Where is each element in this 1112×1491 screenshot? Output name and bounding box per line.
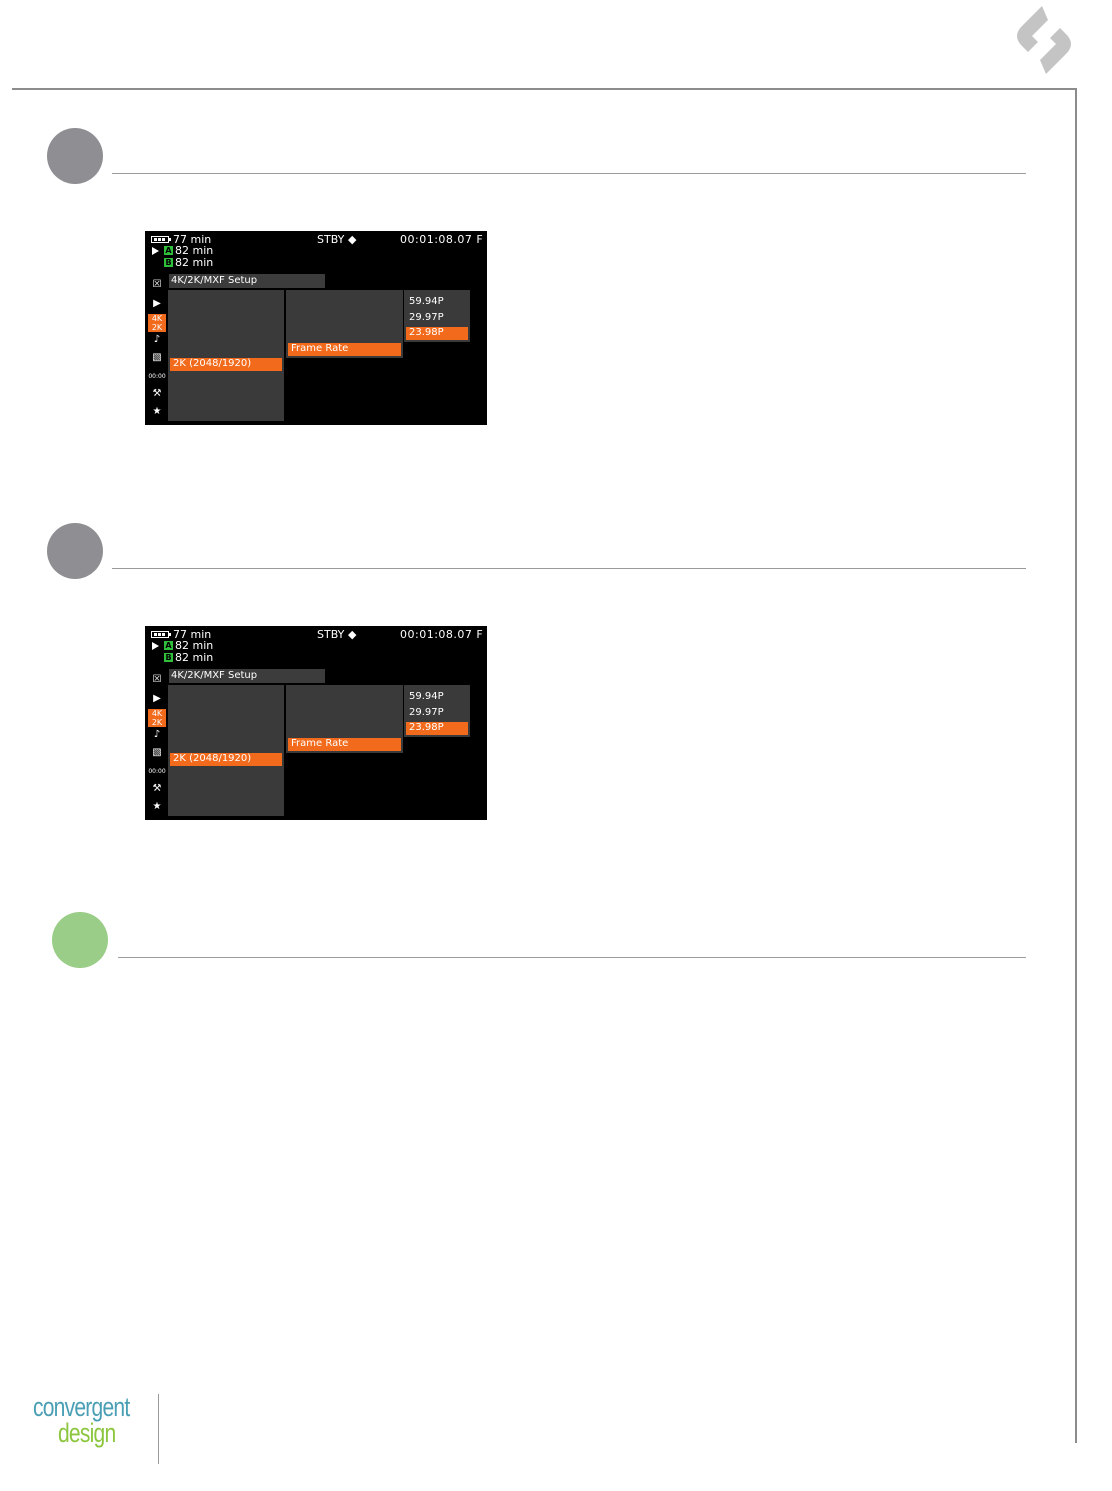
step-2-rule bbox=[112, 568, 1026, 569]
frame-rate-option: 59.94P bbox=[409, 296, 444, 307]
slot-b-time: 82 min bbox=[175, 256, 214, 269]
4k-2k-icon: 4K 2K bbox=[148, 314, 166, 332]
convergent-design-logo: convergent design bbox=[30, 1392, 160, 1462]
step-2-circle bbox=[47, 523, 103, 579]
frame-rate-option-selected: 23.98P bbox=[406, 327, 468, 340]
resolution-selected: 2K (2048/1920) bbox=[170, 358, 282, 371]
brand-mark-icon bbox=[1017, 6, 1071, 74]
timecode-icon: 00:00 bbox=[148, 373, 166, 380]
timecode: 00:01:08.07 F bbox=[400, 628, 484, 641]
audio-icon: ♪ bbox=[153, 334, 161, 345]
logo-word-design: design bbox=[58, 1418, 116, 1448]
display-icon: ▧ bbox=[152, 747, 162, 758]
header-rule bbox=[12, 88, 1076, 90]
step-1-rule bbox=[112, 173, 1026, 174]
frame-rate-option: 29.97P bbox=[409, 312, 444, 323]
wrench-icon: ⚒ bbox=[152, 783, 162, 794]
camera-lcd-screen: 77 min A 82 min B 82 min STBY ◆ 00:01:08.07 F 4K… bbox=[145, 231, 487, 425]
step-1-circle bbox=[47, 128, 103, 184]
timecode: 00:01:08.07 F bbox=[400, 233, 484, 246]
frame-rate-option-selected: 23.98P bbox=[406, 722, 468, 735]
step-3-circle bbox=[52, 912, 108, 968]
status-arrow-icon: ◆ bbox=[348, 233, 357, 246]
wrench-icon: ⚒ bbox=[152, 388, 162, 399]
close-icon: ☒ bbox=[152, 674, 162, 685]
play-icon bbox=[152, 247, 159, 255]
status-text: STBY bbox=[317, 628, 345, 641]
step-3-rule bbox=[118, 957, 1026, 958]
star-icon: ★ bbox=[152, 406, 162, 417]
frame-rate-option: 29.97P bbox=[409, 707, 444, 718]
resolution-selected: 2K (2048/1920) bbox=[170, 753, 282, 766]
status-text: STBY bbox=[317, 233, 345, 246]
star-icon: ★ bbox=[152, 801, 162, 812]
battery-icon bbox=[151, 631, 171, 638]
4k-2k-icon: 4K 2K bbox=[148, 709, 166, 727]
menu-title: 4K/2K/MXF Setup bbox=[169, 274, 325, 288]
slot-b-time: 82 min bbox=[175, 651, 214, 664]
play-icon bbox=[152, 642, 159, 650]
frame-rate-option: 59.94P bbox=[409, 691, 444, 702]
camera-lcd-screen: 77 min A 82 min B 82 min STBY ◆ 00:01:08.07 F 4K… bbox=[145, 626, 487, 820]
close-icon: ☒ bbox=[152, 279, 162, 290]
menu-column-1 bbox=[168, 685, 284, 816]
status-arrow-icon: ◆ bbox=[348, 628, 357, 641]
footer-divider bbox=[158, 1394, 159, 1464]
slot-a-icon: A bbox=[164, 246, 173, 255]
camera-icon: ▶ bbox=[153, 693, 161, 704]
menu-title: 4K/2K/MXF Setup bbox=[169, 669, 325, 683]
frame-rate-selected: Frame Rate bbox=[288, 343, 401, 356]
display-icon: ▧ bbox=[152, 352, 162, 363]
slot-b-icon: B bbox=[164, 258, 173, 267]
page-border-right bbox=[1075, 88, 1077, 1443]
audio-icon: ♪ bbox=[153, 729, 161, 740]
menu-column-1 bbox=[168, 290, 284, 421]
battery-icon bbox=[151, 236, 171, 243]
slot-b-icon: B bbox=[164, 653, 173, 662]
frame-rate-selected: Frame Rate bbox=[288, 738, 401, 751]
timecode-icon: 00:00 bbox=[148, 768, 166, 775]
camera-icon: ▶ bbox=[153, 298, 161, 309]
slot-a-icon: A bbox=[164, 641, 173, 650]
